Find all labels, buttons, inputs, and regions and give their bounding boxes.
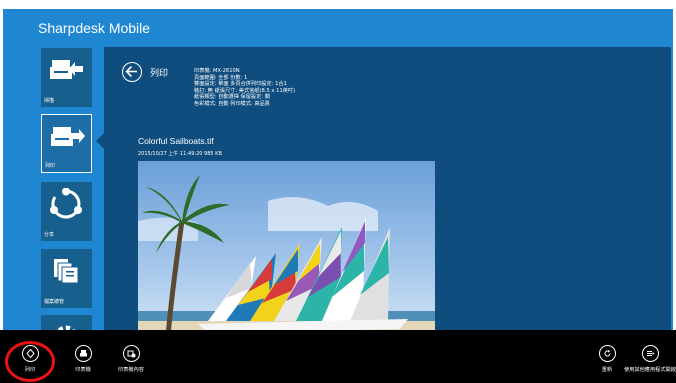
print-icon bbox=[51, 127, 85, 146]
printer-properties-button[interactable]: 印表機內容 bbox=[101, 345, 161, 373]
scan-icon bbox=[50, 60, 83, 79]
print-panel: 列印 印表機: MX-2610N 頁面範圍: 全部 份數: 1 雙面設定: 單面… bbox=[104, 47, 671, 343]
setting-line: 印表機: MX-2610N bbox=[194, 68, 240, 74]
sidebar-item-label: 分享 bbox=[44, 232, 55, 238]
print-go-icon bbox=[21, 345, 39, 362]
sidebar-item-share[interactable]: 分享 bbox=[41, 182, 92, 241]
back-button[interactable] bbox=[122, 62, 142, 82]
setting-line: 色彩模式: 自動 列印模式: 高品質 bbox=[194, 100, 270, 107]
image-preview bbox=[138, 161, 435, 343]
print-settings-summary[interactable]: 印表機: MX-2610N 頁面範圍: 全部 份數: 1 雙面設定: 單面 多頁… bbox=[194, 68, 295, 108]
sidebar-item-label: 檔案總管 bbox=[44, 299, 65, 305]
app-window: Sharpdesk Mobile 掃描 列印 分享 檔案總管 列印 印表機: M… bbox=[3, 9, 673, 383]
page-title: 列印 bbox=[150, 69, 169, 79]
app-title: Sharpdesk Mobile bbox=[38, 20, 151, 36]
back-arrow-icon bbox=[125, 65, 137, 78]
open-with-button[interactable]: 使用其他應用程式開啟 bbox=[624, 345, 676, 373]
printer-properties-label: 印表機內容 bbox=[118, 367, 144, 373]
file-name: Colorful Sailboats.tif bbox=[138, 136, 214, 146]
sidebar-item-scan[interactable]: 掃描 bbox=[41, 48, 92, 107]
setting-line: 紙張類型: 自動選擇 保留設定: 關 bbox=[194, 94, 270, 101]
open-with-icon bbox=[641, 345, 659, 362]
sidebar-item-label: 列印 bbox=[45, 163, 56, 169]
sidebar-item-print[interactable]: 列印 bbox=[41, 114, 92, 173]
active-item-pointer bbox=[96, 133, 104, 149]
print-button-label: 列印 bbox=[24, 367, 36, 373]
bottom-app-bar: 列印 印表機 印表機內容 重新 使用其他應用程式開啟 bbox=[0, 330, 676, 383]
file-meta: 2015/10/27 上午 11:49:20 985 KB bbox=[138, 151, 222, 157]
sailboats-photo bbox=[138, 161, 435, 343]
sidebar-item-label: 掃描 bbox=[44, 98, 55, 104]
sidebar-item-file-manager[interactable]: 檔案總管 bbox=[41, 249, 92, 308]
refresh-icon bbox=[598, 345, 616, 362]
printer-settings-icon bbox=[122, 345, 140, 362]
setting-line: 雙面設定: 單面 多頁合併列印設定: 1合1 bbox=[194, 81, 287, 88]
print-button[interactable]: 列印 bbox=[0, 345, 60, 373]
printer-icon bbox=[74, 345, 92, 362]
open-with-button-label: 使用其他應用程式開啟 bbox=[624, 367, 676, 373]
share-icon bbox=[50, 188, 82, 219]
file-manager-icon bbox=[54, 259, 79, 284]
